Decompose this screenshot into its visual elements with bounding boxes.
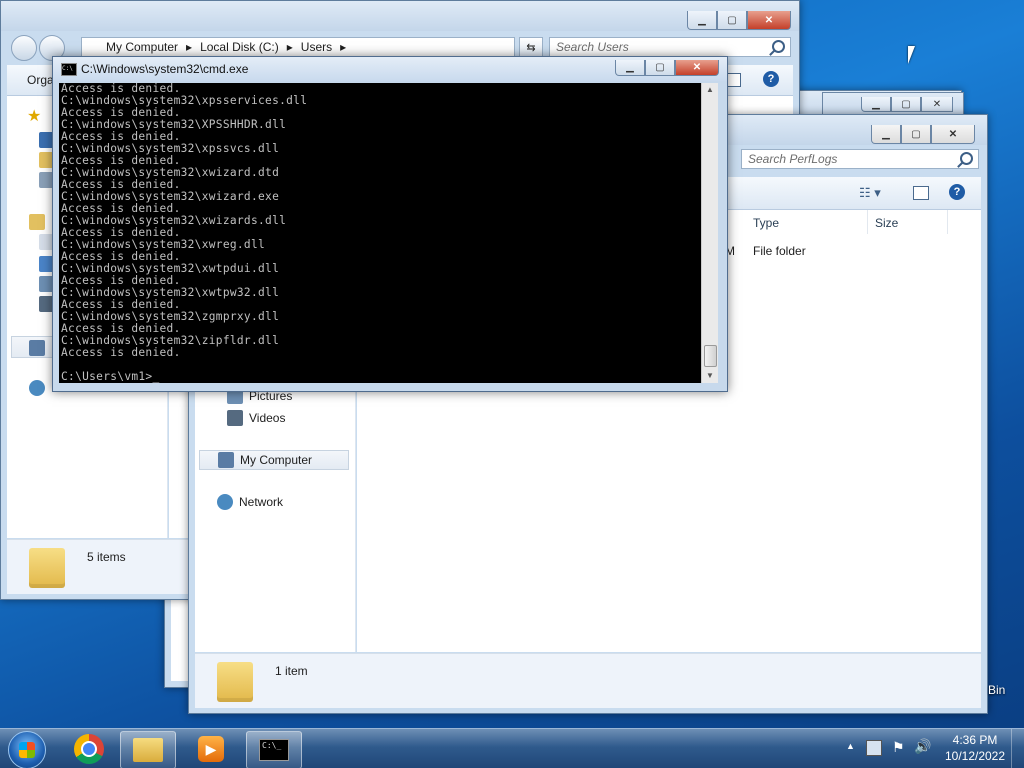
taskbar-clock[interactable]: 4:36 PM 10/12/2022 <box>940 732 1010 764</box>
perflogs-status-bar: 1 item <box>195 653 981 708</box>
search-icon <box>960 152 973 165</box>
nav-videos[interactable]: Videos <box>227 408 285 428</box>
clock-date: 10/12/2022 <box>944 749 1006 763</box>
console-text: Access is denied. C:\windows\system32\xp… <box>61 83 308 383</box>
back-button[interactable] <box>11 35 37 61</box>
cmd-caption-buttons: ▁ ▢ ✕ <box>615 60 719 76</box>
scroll-thumb[interactable] <box>704 345 717 367</box>
chevron-right-icon[interactable]: ▸ <box>340 40 346 54</box>
preview-pane-icon[interactable] <box>913 186 929 200</box>
users-search-input[interactable]: Search Users <box>549 37 791 57</box>
close-icon[interactable]: ✕ <box>747 11 791 30</box>
users-titlebar <box>1 1 799 31</box>
help-icon[interactable]: ? <box>949 184 965 200</box>
search-icon <box>772 40 785 53</box>
minimize-icon[interactable]: ▁ <box>687 11 717 30</box>
show-desktop-button[interactable] <box>1011 729 1024 768</box>
nav-my-computer-label: My Computer <box>240 453 313 467</box>
perflogs-search-placeholder: Search PerfLogs <box>748 152 838 166</box>
nav-network[interactable]: Network <box>217 492 283 512</box>
maximize-icon[interactable]: ▢ <box>891 97 921 112</box>
cmd-window: C:\ C:\Windows\system32\cmd.exe ▁ ▢ ✕ Ac… <box>52 56 728 392</box>
favorites-star-icon[interactable]: ★ <box>27 106 41 126</box>
maximize-icon[interactable]: ▢ <box>717 11 747 30</box>
cmd-scrollbar[interactable]: ▲ ▼ <box>701 83 718 383</box>
breadcrumb-users[interactable]: Users <box>301 40 332 54</box>
scroll-up-arrow-icon[interactable]: ▲ <box>706 85 714 94</box>
action-center-flag-icon[interactable]: ⚑ <box>892 739 905 756</box>
file-row[interactable]: M File folder <box>717 244 967 262</box>
computer-icon <box>29 340 45 356</box>
perflogs-search-input[interactable]: Search PerfLogs <box>741 149 979 169</box>
taskbar: ▶ C:\_ ▲ ⚑ 🔊 4:36 PM 10/12/2022 <box>0 728 1024 768</box>
nav-videos-label: Videos <box>249 411 286 425</box>
show-hidden-icons-arrow-icon[interactable]: ▲ <box>846 741 855 751</box>
address-bar[interactable]: My Computer ▸ Local Disk (C:) ▸ Users ▸ <box>81 37 515 57</box>
column-header-size[interactable]: Size <box>875 216 898 230</box>
taskbar-media-player[interactable]: ▶ <box>184 731 238 767</box>
users-search-placeholder: Search Users <box>556 40 629 54</box>
cmd-console-output[interactable]: Access is denied. C:\windows\system32\xp… <box>59 83 701 383</box>
taskbar-chrome[interactable] <box>62 731 116 767</box>
column-divider <box>867 210 868 234</box>
maximize-icon[interactable]: ▢ <box>901 125 931 144</box>
recycle-bin-label[interactable]: Bin <box>988 683 1005 697</box>
cmd-app-icon: C:\ <box>61 63 77 76</box>
network-icon <box>217 494 233 510</box>
organize-button[interactable]: Orga <box>27 73 54 87</box>
chrome-icon <box>74 734 104 764</box>
help-icon[interactable]: ? <box>763 71 779 87</box>
perflogs-item-count: 1 item <box>275 664 308 678</box>
breadcrumb-my-computer[interactable]: My Computer <box>106 40 178 54</box>
videos-icon <box>227 410 243 426</box>
network-icon[interactable] <box>29 380 45 396</box>
minimize-icon[interactable]: ▁ <box>871 125 901 144</box>
volume-icon[interactable]: 🔊 <box>914 738 931 755</box>
close-icon[interactable]: ✕ <box>921 97 953 112</box>
network-tray-icon[interactable] <box>866 740 882 756</box>
users-caption-buttons: ▁ ▢ ✕ <box>687 11 791 30</box>
users-item-count: 5 items <box>87 550 126 564</box>
windows-logo-icon <box>19 742 35 758</box>
folder-icon <box>29 548 65 588</box>
computer-icon <box>218 452 234 468</box>
chevron-right-icon[interactable]: ▸ <box>186 40 192 54</box>
nav-network-label: Network <box>239 495 284 509</box>
libraries-icon[interactable] <box>29 214 45 230</box>
minimize-icon[interactable]: ▁ <box>861 97 891 112</box>
scroll-down-arrow-icon[interactable]: ▼ <box>706 371 714 380</box>
media-player-icon: ▶ <box>198 736 224 762</box>
taskbar-cmd[interactable]: C:\_ <box>246 731 302 768</box>
chevron-right-icon[interactable]: ▸ <box>287 40 293 54</box>
column-divider <box>947 210 948 234</box>
maximize-icon[interactable]: ▢ <box>645 60 675 76</box>
cmd-taskbar-icon: C:\_ <box>259 739 289 761</box>
folder-icon <box>217 662 253 702</box>
nav-my-computer[interactable]: My Computer <box>199 450 349 470</box>
breadcrumb-local-disk[interactable]: Local Disk (C:) <box>200 40 279 54</box>
mouse-cursor-icon <box>908 46 915 64</box>
row-type: File folder <box>753 244 806 258</box>
close-icon[interactable]: ✕ <box>675 60 719 76</box>
view-options-icon[interactable]: ☷ ▾ <box>859 185 881 201</box>
perflogs-caption-buttons: ▁ ▢ ✕ <box>871 125 975 144</box>
cmd-title: C:\Windows\system32\cmd.exe <box>81 62 249 76</box>
cmd-titlebar: C:\ C:\Windows\system32\cmd.exe ▁ ▢ ✕ <box>53 57 727 81</box>
close-icon[interactable]: ✕ <box>931 125 975 144</box>
clock-time: 4:36 PM <box>952 733 998 747</box>
minimize-icon[interactable]: ▁ <box>615 60 645 76</box>
explorer-folder-icon <box>133 738 163 762</box>
column-header-type[interactable]: Type <box>753 216 779 230</box>
start-button[interactable] <box>8 731 46 768</box>
background-window-2-buttons: ▁ ▢ ✕ <box>861 97 953 112</box>
taskbar-explorer[interactable] <box>120 731 176 768</box>
